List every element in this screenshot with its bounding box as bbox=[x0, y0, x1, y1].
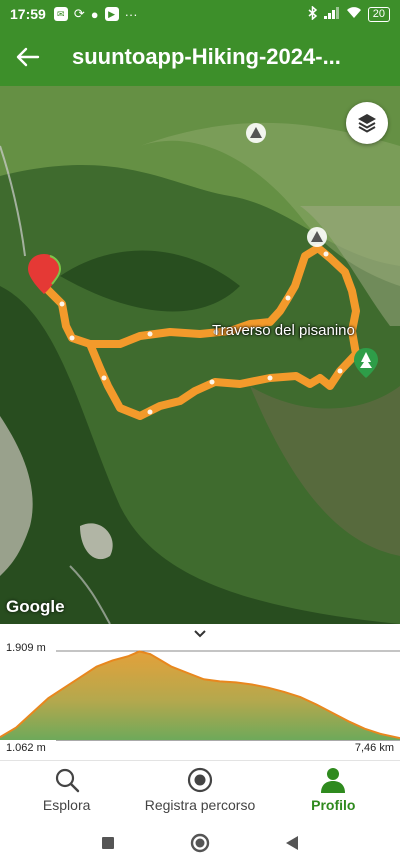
search-icon bbox=[55, 768, 79, 793]
circle-icon bbox=[190, 833, 210, 852]
layers-icon bbox=[358, 114, 376, 133]
battery-icon: 20 bbox=[367, 6, 390, 22]
elevation-max-label: 1.909 m bbox=[6, 642, 46, 654]
notification-icons: ✉ ⟳ ● ▶ ··· bbox=[53, 6, 138, 22]
system-status-icons: 20 bbox=[308, 4, 390, 23]
google-logo: Google bbox=[6, 597, 65, 616]
home-button[interactable] bbox=[189, 832, 211, 854]
app-bar: suuntoapp-Hiking-2024-... bbox=[0, 28, 400, 86]
status-bar: 17:59 ✉ ⟳ ● ▶ ··· 20 bbox=[0, 0, 400, 28]
sync-icon: ⟳ bbox=[73, 6, 85, 21]
distance-label: 7,46 km bbox=[354, 742, 394, 754]
leaf-icon: ● bbox=[90, 6, 99, 22]
back-button[interactable] bbox=[0, 28, 56, 86]
nav-item-registra-percorso[interactable]: Registra percorso bbox=[133, 761, 266, 818]
back-nav-button[interactable] bbox=[281, 832, 303, 854]
elevation-min-label: 1.062 m bbox=[6, 742, 46, 754]
elevation-profile: 1.909 m 1.062 m 7,46 km bbox=[0, 624, 400, 760]
elevation-chart bbox=[0, 650, 400, 741]
nav-label: Registra percorso bbox=[144, 797, 256, 813]
status-time: 17:59 bbox=[10, 6, 46, 22]
signal-icon bbox=[323, 6, 340, 22]
route-map[interactable]: Traverso del pisanino Google bbox=[0, 86, 400, 624]
nav-item-profilo[interactable]: Profilo bbox=[267, 761, 400, 818]
bottom-navigation: Esplora Registra percorso Profilo bbox=[0, 760, 400, 818]
more-notifications-icon: ··· bbox=[124, 6, 138, 22]
back-arrow-icon bbox=[16, 47, 40, 67]
summit-marker-icon[interactable] bbox=[246, 123, 266, 143]
nav-label: Esplora bbox=[42, 797, 91, 813]
elevation-area bbox=[0, 651, 400, 740]
map-layers-button[interactable] bbox=[346, 102, 388, 144]
summit-marker-icon[interactable] bbox=[307, 227, 327, 247]
satellite-map bbox=[0, 86, 400, 624]
nav-label: Profilo bbox=[311, 797, 356, 813]
page-title: suuntoapp-Hiking-2024-... bbox=[72, 44, 341, 69]
youtube-icon: ▶ bbox=[104, 7, 119, 21]
nav-item-esplora[interactable]: Esplora bbox=[0, 761, 133, 818]
wifi-icon bbox=[346, 6, 362, 22]
system-navigation bbox=[0, 818, 400, 867]
poi-label[interactable]: Traverso del pisanino bbox=[212, 322, 355, 339]
record-icon bbox=[187, 767, 213, 793]
square-icon bbox=[102, 836, 114, 849]
recent-apps-button[interactable] bbox=[97, 832, 119, 854]
bluetooth-icon bbox=[308, 4, 318, 23]
triangle-back-icon bbox=[286, 835, 298, 850]
app-notification-icon: ✉ bbox=[53, 7, 68, 21]
profile-icon bbox=[321, 768, 346, 793]
